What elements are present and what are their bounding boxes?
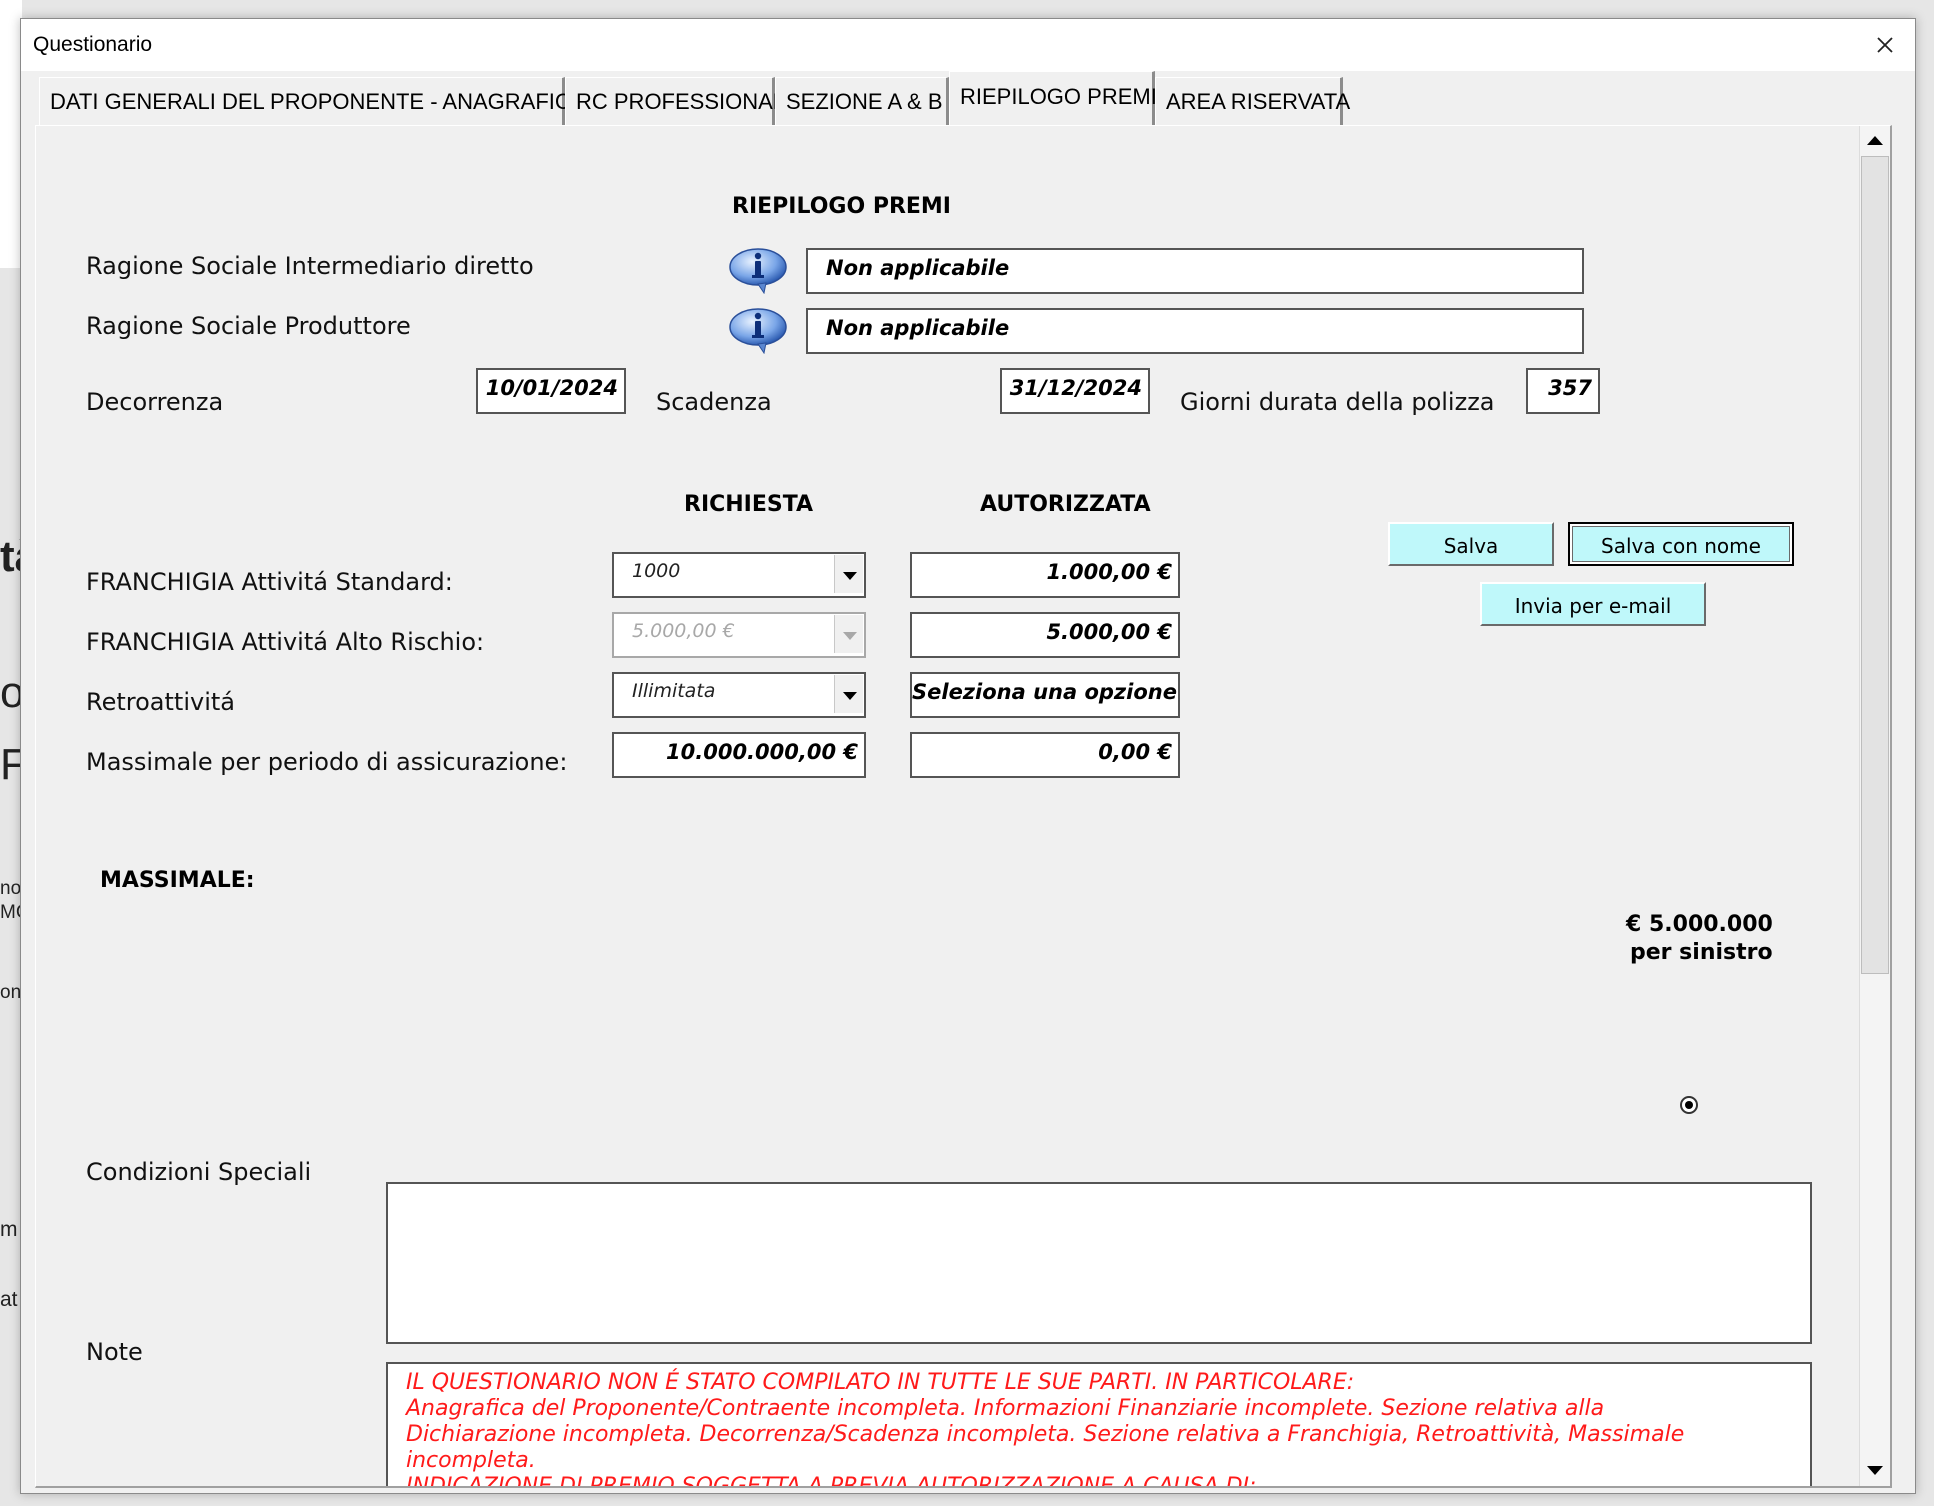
background-text-fragment: m — [0, 1218, 18, 1241]
tab-label: DATI GENERALI DEL PROPONENTE - ANAGRAFIC… — [50, 89, 586, 114]
intermediario-label: Ragione Sociale Intermediario diretto — [86, 252, 534, 280]
background-text-fragment: tà — [0, 532, 20, 581]
massimale-option-radio[interactable] — [1680, 1096, 1698, 1114]
select-value: 1000 — [632, 560, 681, 582]
salva-con-nome-button[interactable]: Salva con nome — [1568, 522, 1794, 566]
massimale-periodo-autorizzata[interactable]: 0,00 € — [910, 732, 1180, 778]
scroll-thumb[interactable] — [1861, 156, 1889, 974]
background-text-fragment: no — [0, 878, 20, 899]
chevron-down-icon — [834, 615, 863, 653]
tab-label: SEZIONE A & B — [786, 89, 943, 114]
questionario-dialog: Questionario DATI GENERALI DEL PROPONENT… — [20, 18, 1916, 1494]
tab-label: AREA RISERVATA — [1166, 89, 1351, 114]
intermediario-field[interactable]: Non applicabile — [806, 248, 1584, 294]
background-text-fragment: o — [0, 668, 20, 717]
franchigia-standard-autorizzata[interactable]: 1.000,00 € — [910, 552, 1180, 598]
chevron-down-icon[interactable] — [834, 555, 863, 593]
invia-email-button[interactable]: Invia per e-mail — [1480, 582, 1706, 626]
tab-rc-professionale[interactable]: RC PROFESSIONALE — [565, 77, 800, 125]
background-text-fragment: oni — [0, 982, 20, 1003]
background-text-fragment: MC — [0, 902, 20, 923]
note-line: IL QUESTIONARIO NON É STATO COMPILATO IN… — [406, 1370, 1355, 1395]
scroll-up-icon[interactable] — [1860, 128, 1890, 154]
window-title: Questionario — [33, 33, 153, 56]
note-label: Note — [86, 1338, 143, 1366]
produttore-label: Ragione Sociale Produttore — [86, 312, 411, 340]
decorrenza-field[interactable]: 10/01/2024 — [476, 368, 626, 414]
chevron-down-icon[interactable] — [834, 675, 863, 713]
franchigia-alto-rischio-autorizzata[interactable]: 5.000,00 € — [910, 612, 1180, 658]
retroattivita-autorizzata[interactable]: Seleziona una opzione — [910, 672, 1180, 718]
info-icon[interactable] — [728, 246, 788, 295]
retroattivita-select[interactable]: Illimitata — [612, 672, 866, 718]
background-text-fragment: F — [0, 740, 20, 789]
condizioni-speciali-textarea[interactable] — [386, 1182, 1812, 1344]
background-window-strip — [0, 0, 22, 268]
note-textarea[interactable]: IL QUESTIONARIO NON É STATO COMPILATO IN… — [386, 1362, 1812, 1488]
franchigia-alto-rischio-select: 5.000,00 € — [612, 612, 866, 658]
massimale-periodo-label: Massimale per periodo di assicurazione: — [86, 748, 568, 776]
massimale-option-amount: € 5.000.000 — [1626, 912, 1773, 937]
note-line: Anagrafica del Proponente/Contraente inc… — [406, 1396, 1605, 1421]
decorrenza-label: Decorrenza — [86, 388, 224, 416]
title-bar: Questionario — [21, 19, 1915, 71]
scroll-down-icon[interactable] — [1860, 1458, 1890, 1484]
vertical-scrollbar[interactable] — [1859, 126, 1890, 1486]
select-value: Illimitata — [632, 680, 716, 702]
note-line: incompleta. — [406, 1448, 536, 1473]
note-line: Dichiarazione incompleta. Decorrenza/Sca… — [406, 1422, 1685, 1447]
tab-label: RIEPILOGO PREMI — [960, 84, 1157, 109]
background-text-fragment: at — [0, 1288, 18, 1311]
tab-label: RC PROFESSIONALE — [576, 89, 800, 114]
produttore-field[interactable]: Non applicabile — [806, 308, 1584, 354]
tab-page-riepilogo-premi: RIEPILOGO PREMI Ragione Sociale Intermed… — [35, 125, 1892, 1488]
scadenza-field[interactable]: 31/12/2024 — [1000, 368, 1150, 414]
retroattivita-label: Retroattivitá — [86, 688, 235, 716]
tab-riepilogo-premi[interactable]: RIEPILOGO PREMI — [949, 71, 1157, 127]
franchigia-alto-rischio-label: FRANCHIGIA Attivitá Alto Rischio: — [86, 628, 485, 656]
massimale-periodo-richiesta[interactable]: 10.000.000,00 € — [612, 732, 866, 778]
massimale-label: MASSIMALE: — [100, 868, 255, 893]
condizioni-speciali-label: Condizioni Speciali — [86, 1158, 312, 1186]
note-line: INDICAZIONE DI PREMIO SOGGETTA A PREVIA … — [406, 1474, 1257, 1488]
col-richiesta-header: RICHIESTA — [684, 492, 814, 517]
scadenza-label: Scadenza — [656, 388, 772, 416]
select-value: 5.000,00 € — [632, 620, 735, 642]
tab-area-riservata[interactable]: AREA RISERVATA — [1155, 77, 1350, 125]
tab-dati-generali[interactable]: DATI GENERALI DEL PROPONENTE - ANAGRAFIC… — [39, 77, 585, 125]
col-autorizzata-header: AUTORIZZATA — [980, 492, 1151, 517]
franchigia-standard-select[interactable]: 1000 — [612, 552, 866, 598]
info-icon[interactable] — [728, 306, 788, 355]
franchigia-standard-label: FRANCHIGIA Attivitá Standard: — [86, 568, 453, 596]
tab-sezione-a-b[interactable]: SEZIONE A & B — [775, 77, 949, 125]
close-icon[interactable] — [1867, 27, 1903, 63]
massimale-option-unit: per sinistro — [1630, 940, 1773, 965]
salva-button[interactable]: Salva — [1388, 522, 1554, 566]
giorni-label: Giorni durata della polizza — [1180, 388, 1495, 416]
page-heading: RIEPILOGO PREMI — [732, 194, 951, 219]
giorni-field: 357 — [1526, 368, 1600, 414]
